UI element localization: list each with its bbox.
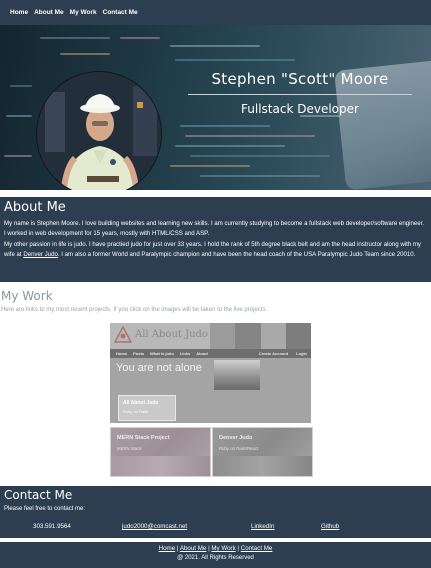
project-denver-judo[interactable]: Denver Judo Ruby on Rails/React [212, 427, 313, 477]
footer: Home | About Me | My Work | Contact Me @… [0, 542, 431, 568]
project-header-photos [210, 323, 311, 349]
project-all-about-judo[interactable]: All About Judo Home Posts What is judo L… [110, 323, 311, 423]
project-subtitle: Ruby on Rails/React [219, 446, 259, 451]
project-mern-stack[interactable]: MERN Stack Project MERN Stack [110, 427, 211, 477]
nav-contact-link[interactable]: Contact Me [103, 9, 138, 16]
footer-copyright: @ 2021. All Rights Reserved [177, 555, 254, 561]
contact-section: Contact Me Please feel free to contact m… [0, 486, 431, 538]
contact-prompt: Please feel free to contact me: [4, 506, 86, 512]
project-menu-item: About [196, 351, 208, 356]
work-heading: My Work [1, 289, 53, 303]
contact-heading: Contact Me [4, 488, 73, 502]
footer-links: Home | About Me | My Work | Contact Me [158, 545, 273, 552]
judo-logo-icon [114, 326, 132, 343]
project-menu: Home Posts What is judo Links About Crea… [110, 349, 311, 358]
project-hero-photo [214, 360, 260, 390]
about-paragraph-1: My name is Stephen Moore. I love buildin… [4, 220, 425, 237]
project-preview-strip [213, 456, 312, 476]
about-paragraph-2: My other passion in life is judo. I have… [4, 240, 427, 259]
project-card-subtitle: Ruby on Rails [123, 409, 148, 414]
hero-job-title: Fullstack Developer [241, 102, 359, 116]
project-title: Denver Judo [219, 435, 253, 441]
nav-home-link[interactable]: Home [10, 9, 28, 16]
project-menu-right: Create Account Login [259, 351, 307, 356]
footer-about-link[interactable]: About Me [180, 545, 206, 552]
work-intro: Here are links to my most recent project… [1, 307, 268, 313]
hero-banner: Stephen "Scott" Moore Fullstack Develope… [0, 25, 431, 190]
nav-work-link[interactable]: My Work [70, 9, 97, 16]
project-menu-item: Posts [133, 351, 145, 356]
hero-name: Stephen "Scott" Moore [211, 70, 389, 88]
about-paragraph-2-end: . I am also a former World and Paralympi… [57, 250, 416, 258]
profile-photo [36, 71, 162, 190]
about-section: About Me My name is Stephen Moore. I lov… [0, 197, 431, 282]
project-subtitle: MERN Stack [117, 446, 142, 451]
project-menu-item: Create Account [258, 351, 289, 356]
project-menu-item: Login [296, 351, 307, 356]
project-brand: All About Judo [135, 329, 208, 340]
project-title: MERN Stack Project [117, 435, 170, 441]
contact-phone: 303.591.9564 [33, 523, 71, 530]
denver-judo-link[interactable]: Denver Judo [23, 251, 58, 258]
footer-work-link[interactable]: My Work [211, 545, 235, 552]
footer-home-link[interactable]: Home [159, 545, 176, 552]
profile-photo-illustration [37, 72, 161, 190]
project-card-title: All About Judo [123, 400, 159, 406]
project-menu-item: Home [116, 351, 128, 356]
hero-divider [188, 94, 412, 95]
footer-contact-link[interactable]: Contact Me [241, 545, 273, 552]
contact-email-link[interactable]: judo2000@comcast.net [122, 523, 187, 530]
project-menu-item: What is judo [150, 351, 174, 356]
project-headline: You are not alone [116, 362, 202, 374]
project-preview-strip [111, 456, 210, 476]
nav-about-link[interactable]: About Me [34, 9, 64, 16]
project-card: All About Judo Ruby on Rails [118, 395, 176, 421]
contact-github-link[interactable]: Github [321, 523, 339, 530]
about-heading: About Me [4, 200, 66, 215]
work-section: My Work Here are links to my most recent… [0, 287, 431, 484]
contact-linkedin-link[interactable]: LinkedIn [251, 523, 274, 530]
top-navbar: Home About Me My Work Contact Me [0, 0, 431, 25]
project-menu-item: Links [179, 351, 191, 356]
